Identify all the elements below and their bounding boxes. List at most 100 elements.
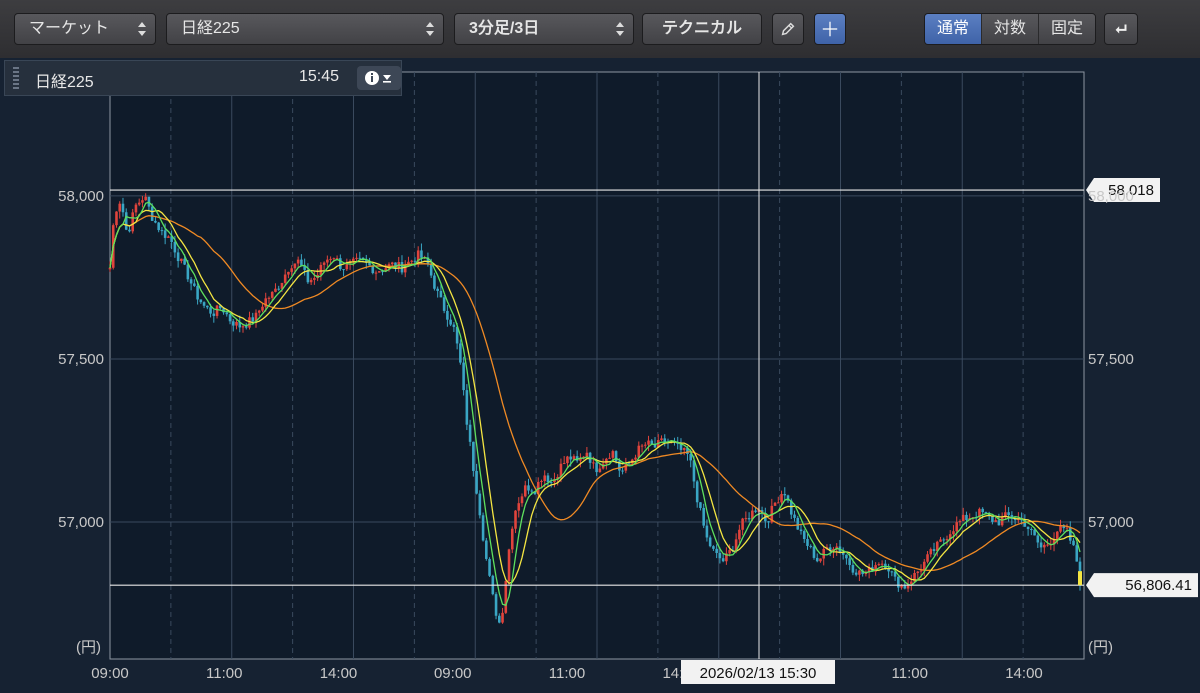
technical-button[interactable]: テクニカル <box>642 13 762 45</box>
candle-body <box>485 540 488 559</box>
symbol-select-label: 日経225 <box>181 20 240 37</box>
candle-body <box>183 258 186 265</box>
candle-body <box>634 457 637 460</box>
candle-body <box>637 445 641 458</box>
candle-body <box>1055 531 1059 539</box>
candle-body <box>520 496 524 504</box>
candle-body <box>475 470 478 494</box>
x-axis-ticks: 09:0011:0014:0009:0011:0014:0009:0011:00… <box>91 665 1043 682</box>
crosshair-icon <box>822 21 838 37</box>
candle-body <box>663 438 667 442</box>
candle-body <box>1007 512 1010 516</box>
candle-body <box>478 493 482 516</box>
candle-body <box>682 448 686 450</box>
undo-button[interactable] <box>1104 13 1138 45</box>
candle-body <box>527 485 530 491</box>
candle-body <box>994 520 997 522</box>
crosshair-button[interactable] <box>814 13 846 45</box>
candle-body <box>543 475 547 482</box>
candle-body <box>131 212 135 232</box>
candle-body <box>251 317 255 322</box>
drag-handle[interactable] <box>13 67 19 89</box>
scale-normal-button[interactable]: 通常 <box>925 14 982 44</box>
candle-body <box>783 494 787 496</box>
candle-body <box>562 463 566 465</box>
candle-body <box>721 558 725 562</box>
symbol-select[interactable]: 日経225 <box>166 13 444 45</box>
candle-body <box>287 271 290 275</box>
candle-body <box>134 204 138 213</box>
candle-body <box>1030 529 1033 531</box>
candle-body <box>598 468 602 473</box>
candle-body <box>342 269 345 271</box>
candle-body <box>802 531 806 540</box>
candle-body <box>313 278 316 280</box>
candle-body <box>137 202 141 205</box>
y-tick-label-left: 57,500 <box>58 351 104 368</box>
price-chart[interactable]: 58,01856,806.41 57,000 57,00057,500 57,500… <box>0 58 1200 693</box>
interval-select[interactable]: 3分足/3日 <box>454 13 634 45</box>
candle-body <box>157 222 160 231</box>
candle-body <box>767 521 770 523</box>
candle-body <box>819 558 822 562</box>
candle-body <box>809 545 813 547</box>
candle-body <box>851 565 855 573</box>
candle-body <box>1072 540 1075 546</box>
candle-body <box>942 539 946 541</box>
candle-body <box>173 241 177 253</box>
candle-body <box>261 306 264 311</box>
y-tick-label-right: 58,000 <box>1088 188 1134 205</box>
candle-body <box>718 553 722 559</box>
x-tick-label: 09:00 <box>91 665 129 682</box>
info-icon <box>365 71 391 85</box>
candle-body <box>822 548 826 559</box>
candle-body <box>332 258 336 260</box>
candle-body <box>446 310 449 320</box>
candle-body <box>715 548 718 554</box>
candle-body <box>193 283 196 286</box>
legend-bar[interactable]: 日経225 15:45 <box>4 60 402 96</box>
candle-body <box>926 554 929 562</box>
candle-body <box>806 539 809 546</box>
candle-body <box>141 200 144 203</box>
candle-body <box>108 267 112 270</box>
candle-body <box>215 305 219 316</box>
scale-log-button[interactable]: 対数 <box>982 14 1039 44</box>
candle-body <box>225 312 229 315</box>
candle-body <box>773 502 777 506</box>
candle-body <box>326 259 329 263</box>
candle-body <box>965 514 968 521</box>
candle-body <box>1026 526 1030 530</box>
candle-body <box>845 554 848 559</box>
candle-body <box>1065 527 1069 529</box>
candle-body <box>352 258 355 262</box>
candle-body <box>293 263 297 269</box>
y-tick-label-left: 58,000 <box>58 188 104 205</box>
select-arrows-icon <box>616 22 624 36</box>
candle-body <box>897 576 900 588</box>
candle-body <box>952 531 955 535</box>
candle-body <box>296 259 300 264</box>
candle-body <box>235 321 238 326</box>
candle-body <box>890 571 894 573</box>
candle-body <box>540 481 543 483</box>
info-menu-button[interactable] <box>357 66 401 90</box>
draw-button[interactable] <box>772 13 804 45</box>
candle-body <box>329 258 332 260</box>
candle-body <box>124 212 128 230</box>
candle-body <box>368 262 371 266</box>
scale-fixed-button[interactable]: 固定 <box>1039 14 1095 44</box>
candle-body <box>257 310 261 313</box>
candle-body <box>167 236 170 238</box>
market-select[interactable]: マーケット <box>14 13 156 45</box>
candle-body <box>566 456 569 464</box>
candle-body <box>932 549 936 551</box>
candle-body <box>614 451 618 462</box>
select-arrows-icon <box>426 22 434 36</box>
candle-body <box>390 262 394 265</box>
chart-area[interactable]: 58,018 56,806.41 57,000 57,000 57,500 57,500… <box>0 58 1200 693</box>
candle-body <box>569 456 572 460</box>
candle-body <box>154 220 157 223</box>
candle-body <box>144 196 147 201</box>
toolbar: マーケット 日経225 3分足/3日 テクニカル 通常 対数 固定 <box>0 0 1200 58</box>
